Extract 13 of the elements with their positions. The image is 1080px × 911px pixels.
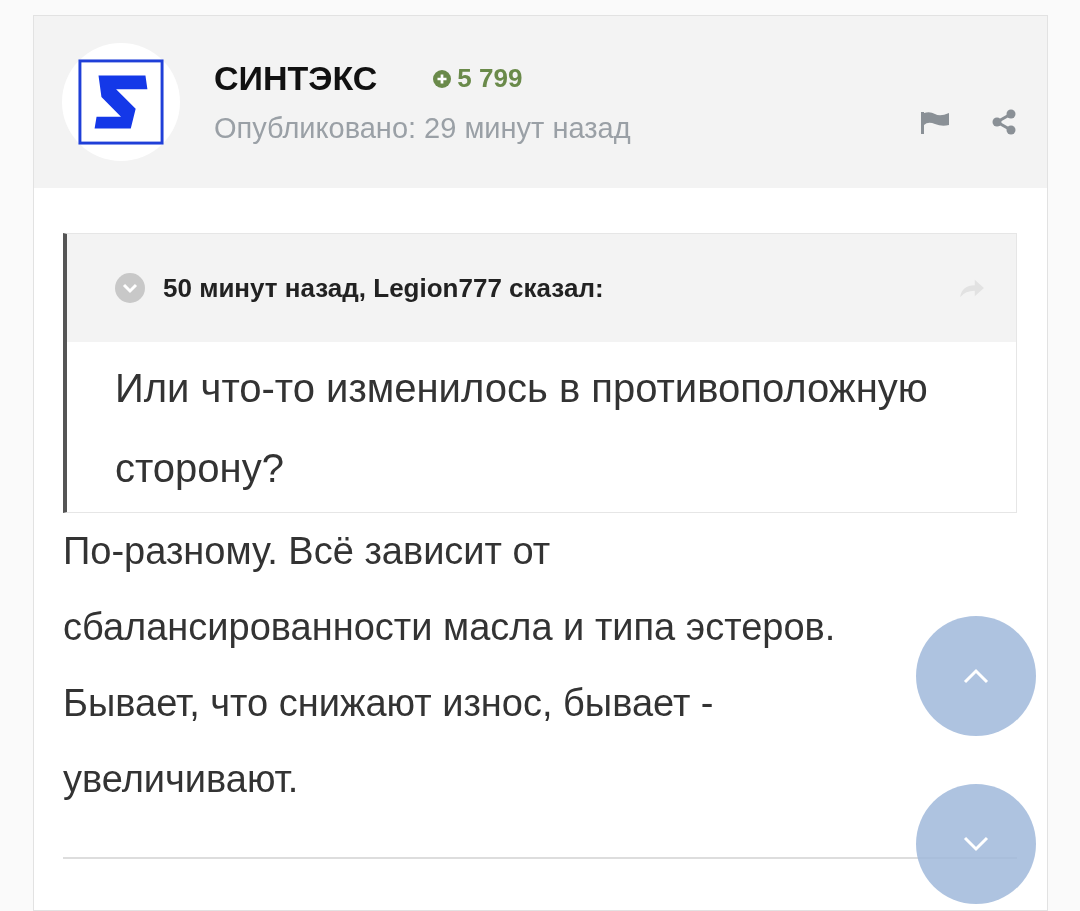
reputation-count: 5 799 <box>433 63 523 94</box>
quote-author: 50 минут назад, Legion777 сказал: <box>163 272 605 304</box>
post-text: По-разному. Всё зависит от сбалансированности масла и типа эстеров. Бывает, что снижают износ, бывает - увеличивают. <box>63 529 837 802</box>
share-icon[interactable] <box>991 109 1017 135</box>
logo-icon <box>77 58 165 146</box>
flag-icon[interactable] <box>919 110 951 134</box>
chevron-down-icon[interactable] <box>115 273 145 303</box>
quote-text: Или что-то изменилось в противоположную сторону? <box>114 365 929 492</box>
chevron-down-icon <box>961 834 991 854</box>
chevron-up-icon <box>961 666 991 686</box>
author-name[interactable]: СИНТЭКС <box>214 59 378 98</box>
plus-icon <box>433 69 452 88</box>
published-time: Опубликовано: 29 минут назад <box>214 112 632 145</box>
